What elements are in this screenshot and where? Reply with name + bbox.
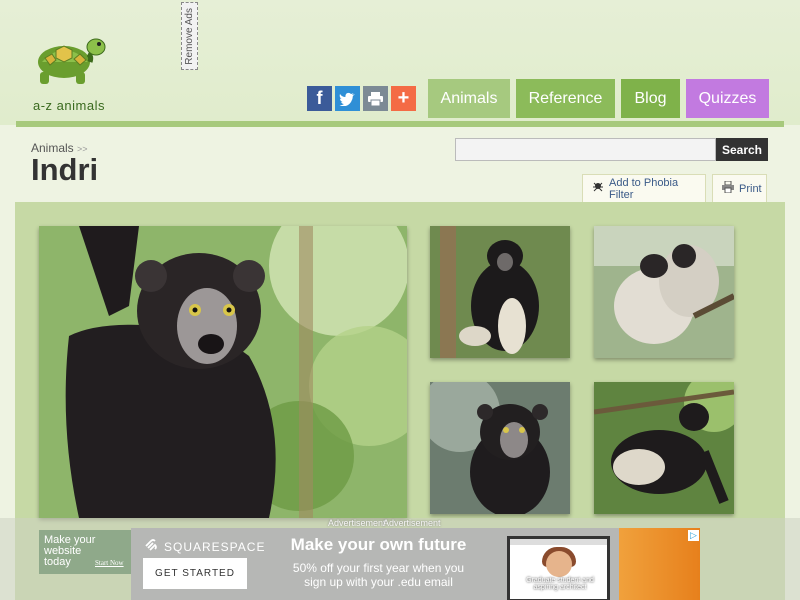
print-icon[interactable] — [363, 86, 388, 111]
indri-thumbnail-4[interactable] — [594, 382, 734, 514]
indri-thumbnail-1[interactable] — [430, 226, 570, 358]
ad-subtext: 50% off your first year when you sign up… — [281, 561, 476, 589]
squarespace-logo: SQUARESPACE — [144, 538, 265, 555]
advertisement-label: Advertisement — [328, 518, 386, 528]
advertisement-label: Advertisement — [383, 518, 441, 528]
small-ad-start-now-link[interactable]: Start Now — [95, 559, 124, 567]
ad-subtext-line: 50% off your first year when you — [292, 561, 465, 575]
header-divider — [16, 121, 784, 127]
ad-device-image: Graduate student and aspiring architect — [507, 536, 610, 600]
nav-reference[interactable]: Reference — [516, 79, 615, 118]
small-website-ad[interactable]: Make your website today Start Now — [39, 530, 131, 574]
small-ad-line: today — [44, 556, 71, 568]
twitter-icon[interactable] — [335, 86, 360, 111]
spider-icon — [592, 181, 604, 196]
facebook-icon[interactable]: f — [307, 86, 332, 111]
ad-headline: Make your own future — [290, 535, 467, 554]
small-ad-text: Make your website today — [44, 535, 95, 568]
search-input[interactable] — [455, 138, 716, 161]
indri-thumbnail-3[interactable] — [430, 382, 570, 514]
squarespace-logo-icon — [144, 538, 158, 555]
ad-subtext-line: sign up with your .edu email — [304, 575, 453, 589]
turtle-logo-icon[interactable] — [30, 32, 110, 92]
remove-ads-button[interactable]: Remove Ads — [181, 2, 198, 70]
squarespace-banner-ad[interactable]: SQUARESPACE GET STARTED Make your own fu… — [131, 528, 700, 600]
plus-icon[interactable]: + — [391, 86, 416, 111]
indri-thumbnail-2[interactable] — [594, 226, 734, 358]
page-title: Indri — [31, 152, 99, 187]
device-top-bar — [510, 539, 607, 545]
main-indri-photo[interactable] — [39, 226, 407, 518]
search-button[interactable]: Search — [716, 138, 768, 161]
adchoices-icon[interactable]: ▷ — [688, 530, 699, 541]
remove-ads-label: Remove Ads — [184, 7, 195, 65]
nav-blog[interactable]: Blog — [621, 79, 680, 118]
device-caption: Graduate student and aspiring architect — [526, 577, 594, 591]
print-label: Print — [739, 182, 762, 195]
device-person-face — [546, 551, 572, 577]
nav-animals[interactable]: Animals — [428, 79, 510, 118]
add-to-phobia-filter-button[interactable]: Add to Phobia Filter — [582, 174, 706, 203]
brand-name[interactable]: a-z animals — [33, 98, 105, 113]
print-button[interactable]: Print — [712, 174, 767, 203]
nav-quizzes[interactable]: Quizzes — [686, 79, 769, 118]
get-started-button[interactable]: GET STARTED — [143, 558, 247, 589]
printer-icon — [722, 180, 734, 196]
squarespace-brand: SQUARESPACE — [164, 539, 266, 554]
phobia-filter-label: Add to Phobia Filter — [609, 176, 679, 201]
